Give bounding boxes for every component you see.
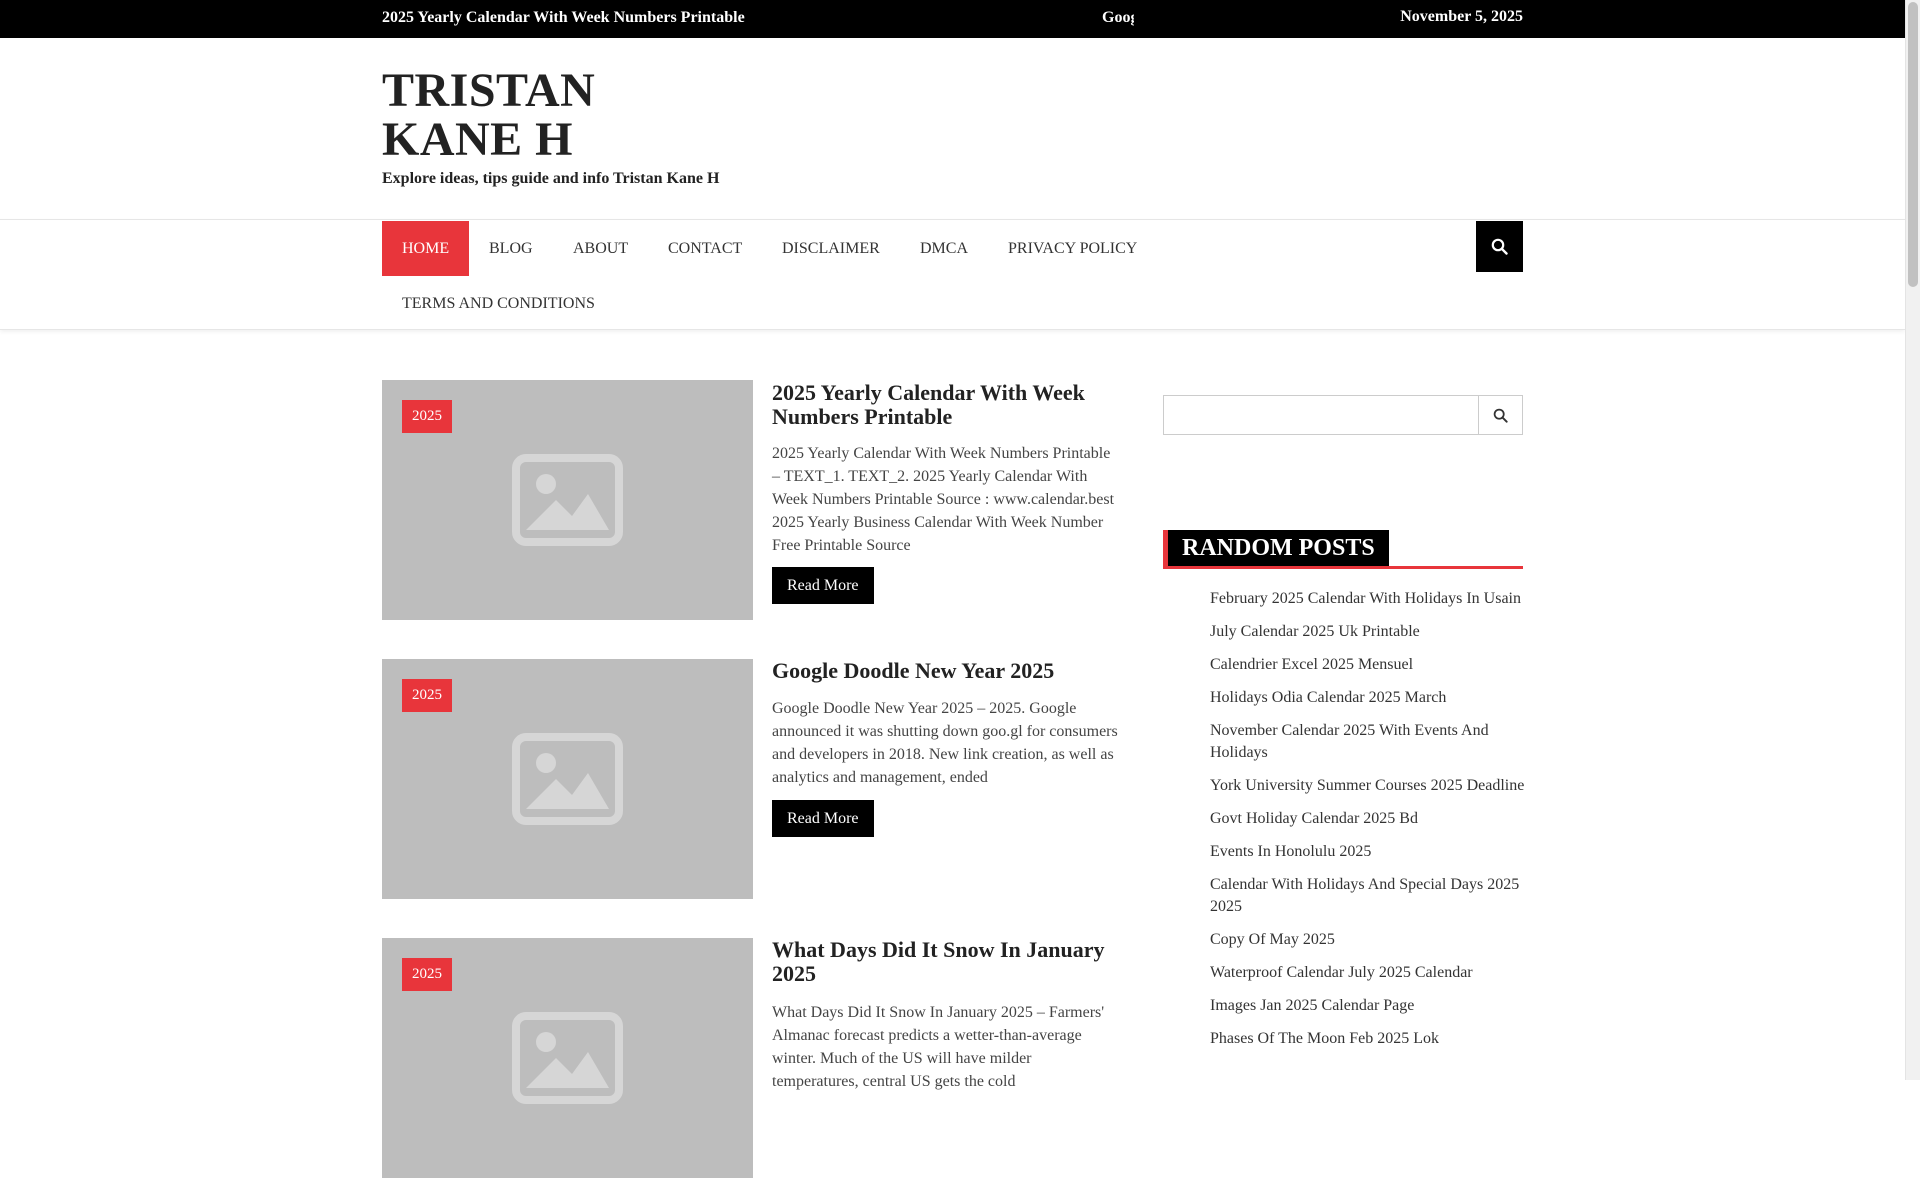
random-post-link[interactable]: November Calendar 2025 With Events And H… [1210, 720, 1525, 764]
post-excerpt: Google Doodle New Year 2025 – 2025. Goog… [772, 700, 1118, 786]
random-post-link[interactable]: February 2025 Calendar With Holidays In … [1210, 588, 1525, 610]
scrollbar-thumb[interactable] [1908, 2, 1918, 287]
random-post-link[interactable]: Govt Holiday Calendar 2025 Bd [1210, 808, 1525, 830]
post-thumbnail[interactable]: 2025 [382, 659, 753, 899]
random-post-link[interactable]: Waterproof Calendar July 2025 Calendar [1210, 962, 1525, 984]
post-thumbnail[interactable]: 2025 [382, 938, 753, 1178]
category-badge[interactable]: 2025 [402, 958, 452, 991]
site-title[interactable]: TRISTAN KANE H [382, 66, 742, 164]
main-navigation: HOME BLOG ABOUT CONTACT DISCLAIMER DMCA … [0, 219, 1905, 330]
random-post-link[interactable]: Images Jan 2025 Calendar Page [1210, 995, 1525, 1017]
nav-item-dmca[interactable]: DMCA [900, 221, 988, 276]
random-posts-title: RANDOM POSTS [1168, 530, 1389, 566]
random-post-link[interactable]: York University Summer Courses 2025 Dead… [1210, 775, 1525, 797]
nav-item-terms-and-conditions[interactable]: TERMS AND CONDITIONS [382, 276, 615, 331]
nav-item-home[interactable]: HOME [382, 221, 470, 276]
random-post-link[interactable]: July Calendar 2025 Uk Printable [1210, 621, 1525, 643]
sidebar-search-button[interactable] [1479, 396, 1522, 434]
post-title[interactable]: 2025 Yearly Calendar With Week Numbers P… [772, 381, 1122, 429]
sidebar-search-input[interactable] [1164, 396, 1479, 434]
image-placeholder-icon [512, 454, 623, 546]
post-title[interactable]: Google Doodle New Year 2025 [772, 659, 1122, 683]
random-posts-list: February 2025 Calendar With Holidays In … [1210, 588, 1525, 1061]
nav-item-about[interactable]: ABOUT [553, 221, 648, 276]
search-icon [1491, 238, 1508, 255]
random-posts-heading: RANDOM POSTS [1163, 530, 1523, 569]
site-description: Explore ideas, tips guide and info Trist… [382, 170, 720, 187]
read-more-button[interactable]: Read More [772, 567, 874, 604]
top-bar: 2025 Yearly Calendar With Week Numbers P… [0, 0, 1905, 38]
image-placeholder-icon [512, 1012, 623, 1104]
category-badge[interactable]: 2025 [402, 679, 452, 712]
nav-item-disclaimer[interactable]: DISCLAIMER [762, 221, 900, 276]
random-post-link[interactable]: Holidays Odia Calendar 2025 March [1210, 687, 1525, 709]
nav-item-contact[interactable]: CONTACT [648, 221, 762, 276]
ticker-item[interactable]: Google Doodle New Year 2025 [1102, 9, 1134, 27]
nav-item-blog[interactable]: BLOG [469, 221, 553, 276]
post-excerpt: What Days Did It Snow In January 2025 – … [772, 1004, 1105, 1090]
post-thumbnail[interactable]: 2025 [382, 380, 753, 620]
random-post-link[interactable]: Calendar With Holidays And Special Days … [1210, 874, 1525, 918]
page-scrollbar[interactable] [1905, 0, 1920, 1080]
search-icon [1493, 408, 1508, 423]
random-post-link[interactable]: Calendrier Excel 2025 Mensuel [1210, 654, 1525, 676]
current-date: November 5, 2025 [1400, 8, 1523, 25]
read-more-button[interactable]: Read More [772, 800, 874, 837]
random-post-link[interactable]: Copy Of May 2025 [1210, 929, 1525, 951]
news-ticker: 2025 Yearly Calendar With Week Numbers P… [382, 0, 1134, 38]
image-placeholder-icon [512, 733, 623, 825]
random-post-link[interactable]: Events In Honolulu 2025 [1210, 841, 1525, 863]
sidebar-search [1163, 395, 1523, 435]
nav-search-button[interactable] [1476, 221, 1523, 272]
post-excerpt: 2025 Yearly Calendar With Week Numbers P… [772, 445, 1115, 554]
nav-item-privacy-policy[interactable]: PRIVACY POLICY [988, 221, 1157, 276]
ticker-item[interactable]: 2025 Yearly Calendar With Week Numbers P… [382, 9, 745, 27]
category-badge[interactable]: 2025 [402, 400, 452, 433]
post-title[interactable]: What Days Did It Snow In January 2025 [772, 938, 1122, 986]
random-post-link[interactable]: Phases Of The Moon Feb 2025 Lok [1210, 1028, 1525, 1050]
